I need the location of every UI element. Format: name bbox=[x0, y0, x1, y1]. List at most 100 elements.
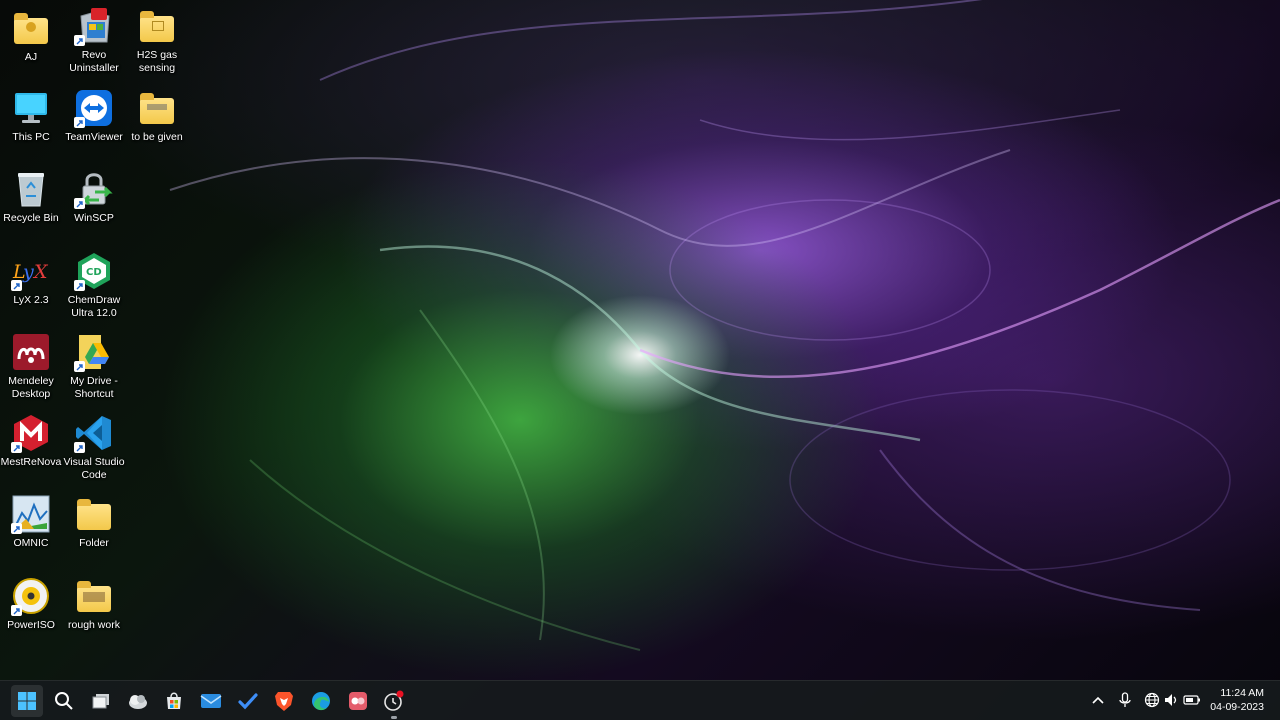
desktop-icon-label: Folder bbox=[79, 537, 109, 549]
folder-icon bbox=[74, 576, 114, 616]
desktop-icon-mendeley[interactable]: Mendeley Desktop bbox=[0, 332, 62, 401]
shortcut-arrow-icon bbox=[74, 442, 85, 453]
desktop-icon-teamviewer[interactable]: TeamViewer bbox=[63, 88, 125, 144]
desktop-icon-mestrenova[interactable]: MestReNova bbox=[0, 413, 62, 469]
volume-icon bbox=[1165, 694, 1177, 706]
desktop-icon-label: rough work bbox=[68, 619, 120, 631]
vscode-icon bbox=[74, 413, 114, 453]
desktop-icon-rough-work[interactable]: rough work bbox=[63, 576, 125, 632]
wallpaper bbox=[169, 0, 1280, 651]
shortcut-arrow-icon bbox=[11, 442, 22, 453]
clock[interactable]: 11:24 AM 04-09-2023 bbox=[1200, 686, 1264, 714]
folder-icon bbox=[137, 6, 177, 46]
svg-text:X: X bbox=[32, 261, 49, 283]
desktop-icon-label: ChemDraw Ultra 12.0 bbox=[67, 294, 121, 319]
recycle-bin-icon bbox=[11, 169, 51, 209]
mendeley-icon bbox=[11, 332, 51, 372]
microphone-button[interactable] bbox=[1115, 690, 1135, 710]
battery-icon bbox=[1183, 695, 1200, 705]
todo-button[interactable] bbox=[232, 685, 264, 717]
winscp-icon bbox=[74, 169, 114, 209]
app-icon bbox=[349, 692, 367, 710]
show-hidden-icons-button[interactable] bbox=[1088, 690, 1108, 710]
shortcut-arrow-icon bbox=[74, 117, 85, 128]
desktop-icon-label: My Drive - Shortcut bbox=[70, 375, 118, 400]
widgets-button[interactable] bbox=[122, 685, 154, 717]
google-drive-icon bbox=[74, 332, 114, 372]
desktop-icon-h2s-gas-sensing[interactable]: H2S gas sensing bbox=[126, 6, 188, 75]
mestrenova-icon bbox=[11, 413, 51, 453]
svg-text:CD: CD bbox=[86, 267, 102, 278]
desktop-icon-label: Mendeley Desktop bbox=[8, 375, 54, 400]
brave-browser-button[interactable] bbox=[268, 685, 300, 717]
brave-browser-icon bbox=[275, 692, 293, 711]
clock-date: 04-09-2023 bbox=[1210, 701, 1264, 713]
desktop-icon-revo-uninstaller[interactable]: Revo Uninstaller bbox=[63, 6, 125, 75]
monitor-icon bbox=[11, 88, 51, 128]
shortcut-arrow-icon bbox=[74, 198, 85, 209]
volume-button[interactable] bbox=[1161, 690, 1181, 710]
desktop-icon-lyx[interactable]: L y X LyX 2.3 bbox=[0, 251, 62, 307]
desktop-icon-label: Visual Studio Code bbox=[63, 456, 125, 481]
microphone-icon bbox=[1119, 692, 1131, 707]
desktop-icon-chemdraw[interactable]: CD ChemDraw Ultra 12.0 bbox=[63, 251, 125, 320]
desktop-icon-omnic[interactable]: OMNIC bbox=[0, 494, 62, 550]
svg-text:y: y bbox=[22, 261, 34, 283]
shortcut-arrow-icon bbox=[74, 35, 85, 46]
desktop-icon-folder[interactable]: Folder bbox=[63, 494, 125, 550]
desktop-icon-label: TeamViewer bbox=[65, 131, 123, 143]
desktop-icon-winscp[interactable]: WinSCP bbox=[63, 169, 125, 225]
microsoft-store-button[interactable] bbox=[158, 685, 190, 717]
user-folder-icon bbox=[11, 8, 51, 48]
desktop-icon-this-pc[interactable]: This PC bbox=[0, 88, 62, 144]
desktop-icon-label: Revo Uninstaller bbox=[69, 49, 119, 74]
windows-start-icon bbox=[18, 692, 36, 710]
folder-icon bbox=[74, 494, 114, 534]
shortcut-arrow-icon bbox=[11, 280, 22, 291]
desktop-icon-my-drive-shortcut[interactable]: My Drive - Shortcut bbox=[63, 332, 125, 401]
mail-icon bbox=[200, 694, 222, 708]
desktop-icon-poweriso[interactable]: PowerISO bbox=[0, 576, 62, 632]
desktop-icon-label: Recycle Bin bbox=[3, 212, 59, 224]
recorder-icon bbox=[384, 690, 404, 711]
desktop-icon-vscode[interactable]: Visual Studio Code bbox=[63, 413, 125, 482]
todo-check-icon bbox=[238, 693, 258, 710]
running-indicator bbox=[391, 716, 397, 719]
desktop-icon-label: LyX 2.3 bbox=[13, 294, 49, 306]
clock-time: 11:24 AM bbox=[1220, 687, 1264, 699]
folder-icon bbox=[137, 88, 177, 128]
taskbar: 11:24 AM 04-09-2023 bbox=[0, 680, 1280, 720]
desktop-icon-label: H2S gas sensing bbox=[136, 49, 178, 74]
app-button[interactable] bbox=[342, 685, 374, 717]
widgets-icon bbox=[129, 695, 147, 709]
desktop-icon-label: OMNIC bbox=[13, 537, 49, 549]
battery-button[interactable] bbox=[1182, 690, 1202, 710]
start-button[interactable] bbox=[11, 685, 43, 717]
shortcut-arrow-icon bbox=[11, 523, 22, 534]
shortcut-arrow-icon bbox=[11, 605, 22, 616]
desktop-icon-label: AJ bbox=[24, 51, 38, 63]
search-icon bbox=[55, 692, 73, 710]
desktop-icon-label: to be given bbox=[131, 131, 183, 143]
chemdraw-icon: CD bbox=[74, 251, 114, 291]
poweriso-icon bbox=[11, 576, 51, 616]
revo-uninstaller-icon bbox=[74, 6, 114, 46]
chevron-up-icon bbox=[1092, 696, 1104, 704]
omnic-icon bbox=[11, 494, 51, 534]
mail-button[interactable] bbox=[195, 685, 227, 717]
edge-browser-button[interactable] bbox=[305, 685, 337, 717]
shortcut-arrow-icon bbox=[74, 361, 85, 372]
search-button[interactable] bbox=[48, 685, 80, 717]
task-view-icon bbox=[92, 694, 109, 709]
desktop-icon-label: PowerISO bbox=[7, 619, 55, 631]
desktop-icon-label: WinSCP bbox=[74, 212, 114, 224]
desktop-icon-aj[interactable]: AJ bbox=[0, 8, 62, 64]
edge-browser-icon bbox=[312, 692, 330, 711]
desktop-icon-to-be-given[interactable]: to be given bbox=[126, 88, 188, 144]
network-button[interactable] bbox=[1142, 690, 1162, 710]
desktop-icon-recycle-bin[interactable]: Recycle Bin bbox=[0, 169, 62, 225]
recorder-button[interactable] bbox=[378, 685, 410, 719]
network-globe-icon bbox=[1144, 692, 1160, 708]
task-view-button[interactable] bbox=[85, 685, 117, 717]
shortcut-arrow-icon bbox=[74, 280, 85, 291]
